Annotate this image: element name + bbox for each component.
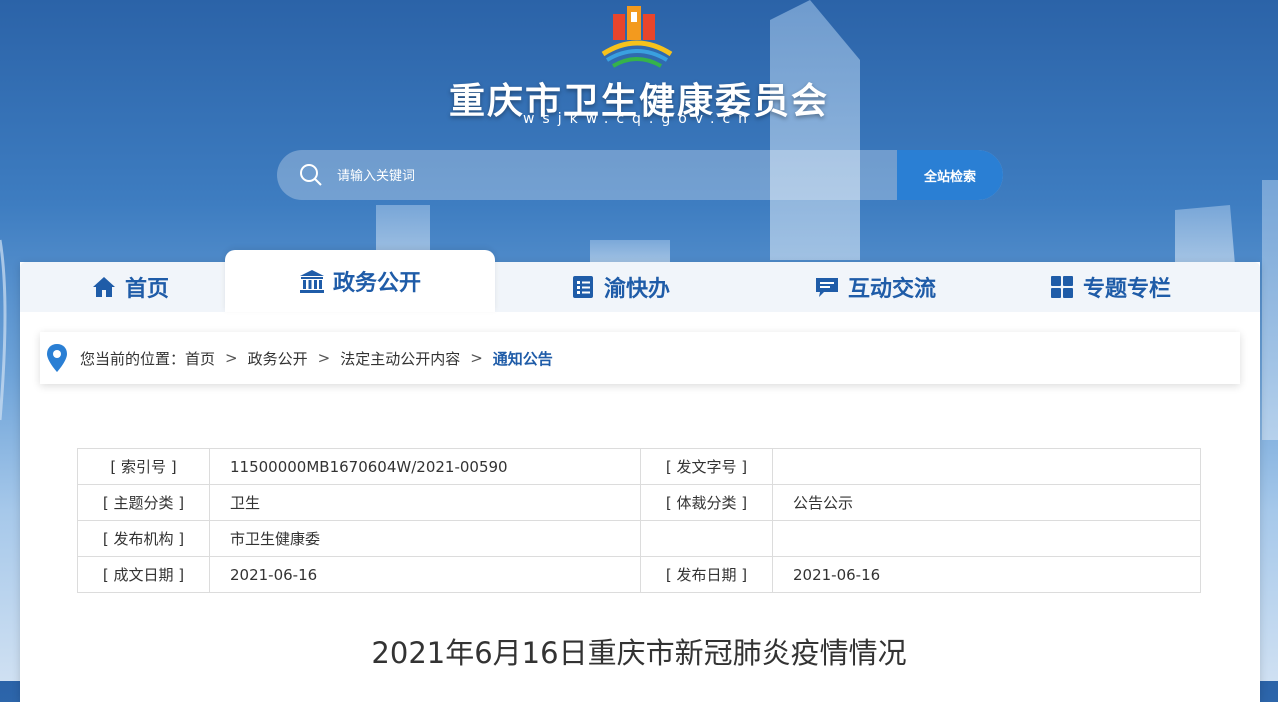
nav-item-government-affairs[interactable]: 政务公开 <box>225 250 495 312</box>
meta-value: 卫生 <box>209 484 641 521</box>
breadcrumb-separator: > <box>317 349 331 367</box>
chat-bubble-icon <box>815 278 838 297</box>
checklist-icon <box>572 276 593 298</box>
meta-label: [ 主题分类 ] <box>77 484 210 521</box>
meta-label: [ 成文日期 ] <box>77 556 210 593</box>
meta-value: 市卫生健康委 <box>209 520 641 557</box>
home-icon <box>92 277 115 297</box>
nav-item-home[interactable]: 首页 <box>50 262 210 312</box>
document-metadata-table: [ 索引号 ] 11500000MB1670604W/2021-00590 [ … <box>77 448 1201 593</box>
meta-label <box>640 520 773 557</box>
breadcrumb-prefix: 您当前的位置： <box>80 349 186 368</box>
table-row: [ 成文日期 ] 2021-06-16 [ 发布日期 ] 2021-06-16 <box>77 556 1201 593</box>
meta-value <box>772 520 1201 557</box>
breadcrumb-government-affairs[interactable]: 政务公开 <box>248 348 308 369</box>
site-domain: wsjkw.cq.gov.cn <box>522 111 756 127</box>
meta-value: 2021-06-16 <box>772 556 1201 593</box>
nav-label: 首页 <box>124 277 169 302</box>
breadcrumb-home[interactable]: 首页 <box>185 348 215 369</box>
meta-value: 公告公示 <box>772 484 1201 521</box>
meta-label: [ 发布日期 ] <box>640 556 773 593</box>
search-icon <box>300 164 322 186</box>
nav-item-interaction[interactable]: 互动交流 <box>760 262 990 312</box>
site-logo-icon <box>601 6 673 68</box>
location-pin-icon <box>47 344 67 372</box>
meta-label: [ 发布机构 ] <box>77 520 210 557</box>
main-nav: 首页 政务公开 渝快办 互动交流 专题专栏 <box>20 250 1260 312</box>
nav-label: 政务公开 <box>332 271 421 296</box>
meta-value: 2021-06-16 <box>209 556 641 593</box>
site-search-button[interactable]: 全站检索 <box>897 150 1003 200</box>
table-row: [ 主题分类 ] 卫生 [ 体裁分类 ] 公告公示 <box>77 484 1201 521</box>
meta-value <box>772 448 1201 485</box>
meta-label: [ 索引号 ] <box>77 448 210 485</box>
nav-item-yukuaiban[interactable]: 渝快办 <box>525 262 715 312</box>
grid-icon <box>1050 276 1073 298</box>
meta-label: [ 体裁分类 ] <box>640 484 773 521</box>
breadcrumb-separator: > <box>470 349 483 367</box>
meta-label: [ 发文字号 ] <box>640 448 773 485</box>
breadcrumb-separator: > <box>225 349 238 367</box>
table-row: [ 索引号 ] 11500000MB1670604W/2021-00590 [ … <box>77 448 1201 485</box>
nav-label: 互动交流 <box>847 277 936 302</box>
document-title: 2021年6月16日重庆市新冠肺炎疫情情况 <box>371 636 907 670</box>
nav-label: 渝快办 <box>603 277 670 302</box>
site-header: 重庆市卫生健康委员会 wsjkw.cq.gov.cn 全站检索 <box>0 0 1278 250</box>
nav-item-special-topics[interactable]: 专题专栏 <box>1010 262 1210 312</box>
search-input[interactable] <box>335 150 899 200</box>
nav-label: 专题专栏 <box>1082 277 1171 302</box>
meta-value: 11500000MB1670604W/2021-00590 <box>209 448 641 485</box>
table-row: [ 发布机构 ] 市卫生健康委 <box>77 520 1201 557</box>
breadcrumb-notices[interactable]: 通知公告 <box>493 348 553 369</box>
search-bar: 全站检索 <box>277 150 1003 200</box>
government-building-icon <box>299 270 324 293</box>
breadcrumb: 您当前的位置： 首页 > 政务公开 > 法定主动公开内容 > 通知公告 <box>40 332 1240 384</box>
breadcrumb-statutory-disclosure[interactable]: 法定主动公开内容 <box>340 348 460 369</box>
